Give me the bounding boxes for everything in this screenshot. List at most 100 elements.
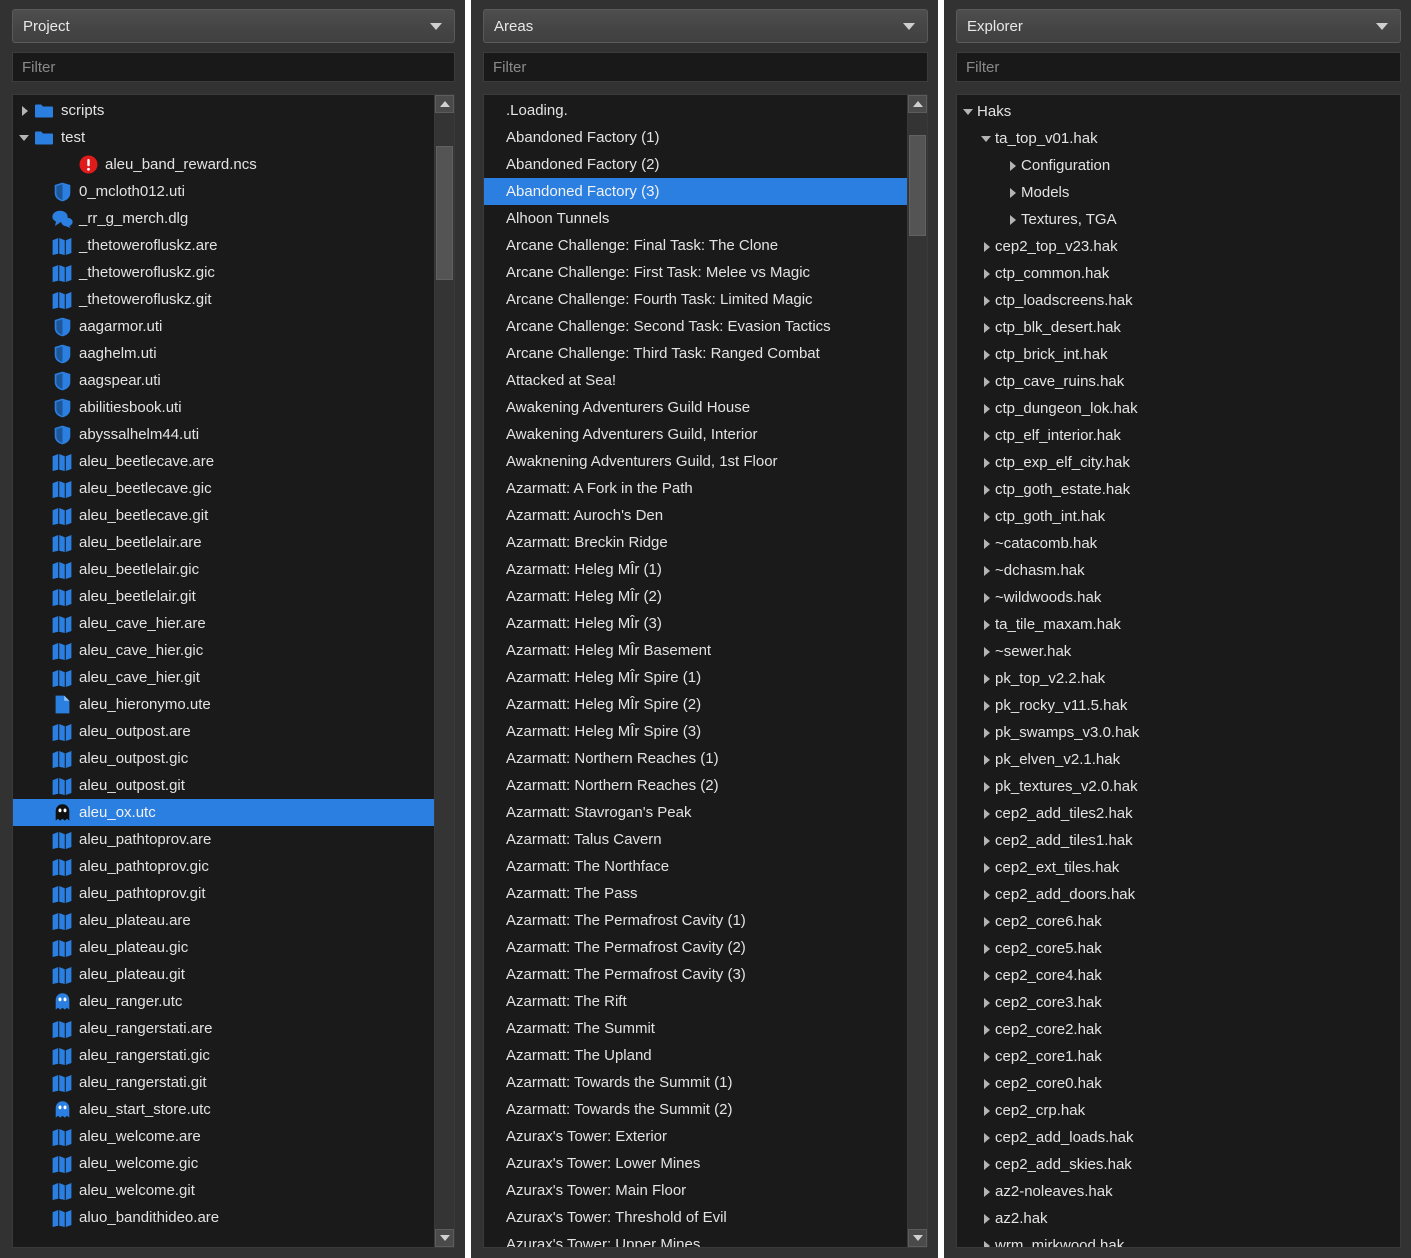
panel-selector-project[interactable]: Project <box>12 9 456 43</box>
tree-row[interactable]: aleu_outpost.gic <box>13 745 434 772</box>
tree-row[interactable]: aleu_beetlelair.git <box>13 583 434 610</box>
tree-row[interactable]: ~sewer.hak <box>957 638 1400 665</box>
tree-row[interactable]: ~catacomb.hak <box>957 530 1400 557</box>
tree-row[interactable]: aluo_bandithideo.are <box>13 1204 434 1231</box>
tree-row[interactable]: aleu_cave_hier.git <box>13 664 434 691</box>
chevron-right-icon[interactable] <box>979 1124 995 1151</box>
tree-row[interactable]: cep2_core0.hak <box>957 1070 1400 1097</box>
chevron-right-icon[interactable] <box>979 260 995 287</box>
tree-row[interactable]: ctp_loadscreens.hak <box>957 287 1400 314</box>
tree-row[interactable]: cep2_core3.hak <box>957 989 1400 1016</box>
tree-row[interactable]: Azarmatt: Heleg MÎr Spire (2) <box>484 691 907 718</box>
tree-row[interactable]: aleu_beetlecave.are <box>13 448 434 475</box>
chevron-right-icon[interactable] <box>979 638 995 665</box>
tree-row[interactable]: aagspear.uti <box>13 367 434 394</box>
tree-row[interactable]: 0_mcloth012.uti <box>13 178 434 205</box>
tree-row[interactable]: Azarmatt: A Fork in the Path <box>484 475 907 502</box>
chevron-right-icon[interactable] <box>979 854 995 881</box>
chevron-right-icon[interactable] <box>979 368 995 395</box>
chevron-right-icon[interactable] <box>1005 179 1021 206</box>
tree-row[interactable]: Attacked at Sea! <box>484 367 907 394</box>
chevron-right-icon[interactable] <box>979 557 995 584</box>
tree-row[interactable]: Awaknening Adventurers Guild, 1st Floor <box>484 448 907 475</box>
tree-row[interactable]: Azarmatt: Heleg MÎr (3) <box>484 610 907 637</box>
tree-row[interactable]: cep2_add_loads.hak <box>957 1124 1400 1151</box>
tree-row[interactable]: cep2_ext_tiles.hak <box>957 854 1400 881</box>
tree-row[interactable]: Haks <box>957 98 1400 125</box>
scroll-up-button[interactable] <box>435 95 455 113</box>
chevron-right-icon[interactable] <box>17 97 33 124</box>
chevron-right-icon[interactable] <box>979 800 995 827</box>
tree-row[interactable]: Azurax's Tower: Upper Mines <box>484 1231 907 1247</box>
filter-input-areas[interactable]: Filter <box>483 52 929 82</box>
tree-row[interactable]: Azarmatt: Talus Cavern <box>484 826 907 853</box>
tree-row[interactable]: Alhoon Tunnels <box>484 205 907 232</box>
scrollbar-track[interactable] <box>435 113 455 1229</box>
tree-row[interactable]: aleu_cave_hier.are <box>13 610 434 637</box>
scroll-down-button[interactable] <box>435 1229 455 1247</box>
tree-row[interactable]: aleu_welcome.are <box>13 1123 434 1150</box>
chevron-right-icon[interactable] <box>979 314 995 341</box>
tree-row[interactable]: wrm_mirkwood.hak <box>957 1232 1400 1247</box>
tree-row[interactable]: aleu_plateau.git <box>13 961 434 988</box>
tree-row[interactable]: cep2_core6.hak <box>957 908 1400 935</box>
panel-selector-explorer[interactable]: Explorer <box>956 9 1402 43</box>
tree-row[interactable]: Azarmatt: The Pass <box>484 880 907 907</box>
tree-row[interactable]: aleu_hieronymo.ute <box>13 691 434 718</box>
chevron-right-icon[interactable] <box>979 935 995 962</box>
tree-row[interactable]: Azurax's Tower: Exterior <box>484 1123 907 1150</box>
chevron-right-icon[interactable] <box>979 665 995 692</box>
tree-row[interactable]: cep2_add_skies.hak <box>957 1151 1400 1178</box>
tree-row[interactable]: pk_top_v2.2.hak <box>957 665 1400 692</box>
tree-row[interactable]: _thetowerofluskz.gic <box>13 259 434 286</box>
tree-row[interactable]: Azarmatt: The Northface <box>484 853 907 880</box>
tree-row[interactable]: aleu_outpost.git <box>13 772 434 799</box>
tree-row[interactable]: ~wildwoods.hak <box>957 584 1400 611</box>
tree-row[interactable]: ctp_dungeon_lok.hak <box>957 395 1400 422</box>
chevron-right-icon[interactable] <box>979 1070 995 1097</box>
chevron-right-icon[interactable] <box>1005 206 1021 233</box>
tree-row[interactable]: aleu_plateau.gic <box>13 934 434 961</box>
tree-row[interactable]: Azarmatt: Heleg MÎr (2) <box>484 583 907 610</box>
tree-row[interactable]: scripts <box>13 97 434 124</box>
tree-row[interactable]: Awakening Adventurers Guild House <box>484 394 907 421</box>
chevron-right-icon[interactable] <box>979 1016 995 1043</box>
scrollbar-track[interactable] <box>908 113 928 1229</box>
chevron-right-icon[interactable] <box>979 1205 995 1232</box>
tree-row[interactable]: Models <box>957 179 1400 206</box>
tree-row[interactable]: aleu_beetlecave.git <box>13 502 434 529</box>
chevron-right-icon[interactable] <box>979 476 995 503</box>
tree-row[interactable]: Azarmatt: The Permafrost Cavity (1) <box>484 907 907 934</box>
tree-row[interactable]: Azarmatt: Heleg MÎr (1) <box>484 556 907 583</box>
tree-row[interactable]: ctp_blk_desert.hak <box>957 314 1400 341</box>
tree-row[interactable]: cep2_add_tiles2.hak <box>957 800 1400 827</box>
tree-row[interactable]: test <box>13 124 434 151</box>
vertical-scrollbar[interactable] <box>434 95 455 1247</box>
chevron-right-icon[interactable] <box>979 962 995 989</box>
tree-row[interactable]: ctp_goth_int.hak <box>957 503 1400 530</box>
chevron-right-icon[interactable] <box>979 908 995 935</box>
tree-row[interactable]: aleu_rangerstati.gic <box>13 1042 434 1069</box>
tree-row[interactable]: cep2_core5.hak <box>957 935 1400 962</box>
chevron-right-icon[interactable] <box>979 1097 995 1124</box>
tree-row[interactable]: aleu_band_reward.ncs <box>13 151 434 178</box>
chevron-right-icon[interactable] <box>979 503 995 530</box>
tree-row[interactable]: Azarmatt: The Upland <box>484 1042 907 1069</box>
chevron-right-icon[interactable] <box>979 1232 995 1247</box>
tree-row[interactable]: Arcane Challenge: First Task: Melee vs M… <box>484 259 907 286</box>
tree-row[interactable]: cep2_add_tiles1.hak <box>957 827 1400 854</box>
tree-row[interactable]: aaghelm.uti <box>13 340 434 367</box>
chevron-right-icon[interactable] <box>979 1043 995 1070</box>
tree-row[interactable]: aleu_rangerstati.git <box>13 1069 434 1096</box>
chevron-right-icon[interactable] <box>1005 152 1021 179</box>
tree-row[interactable]: aleu_start_store.utc <box>13 1096 434 1123</box>
tree-row[interactable]: Azarmatt: The Permafrost Cavity (2) <box>484 934 907 961</box>
tree-row[interactable]: Arcane Challenge: Third Task: Ranged Com… <box>484 340 907 367</box>
tree-row[interactable]: cep2_add_doors.hak <box>957 881 1400 908</box>
chevron-down-icon[interactable] <box>17 124 33 151</box>
tree-row[interactable]: Configuration <box>957 152 1400 179</box>
chevron-right-icon[interactable] <box>979 584 995 611</box>
tree-row[interactable]: Abandoned Factory (1) <box>484 124 907 151</box>
filter-input-project[interactable]: Filter <box>12 52 456 82</box>
tree-row[interactable]: aleu_welcome.git <box>13 1177 434 1204</box>
